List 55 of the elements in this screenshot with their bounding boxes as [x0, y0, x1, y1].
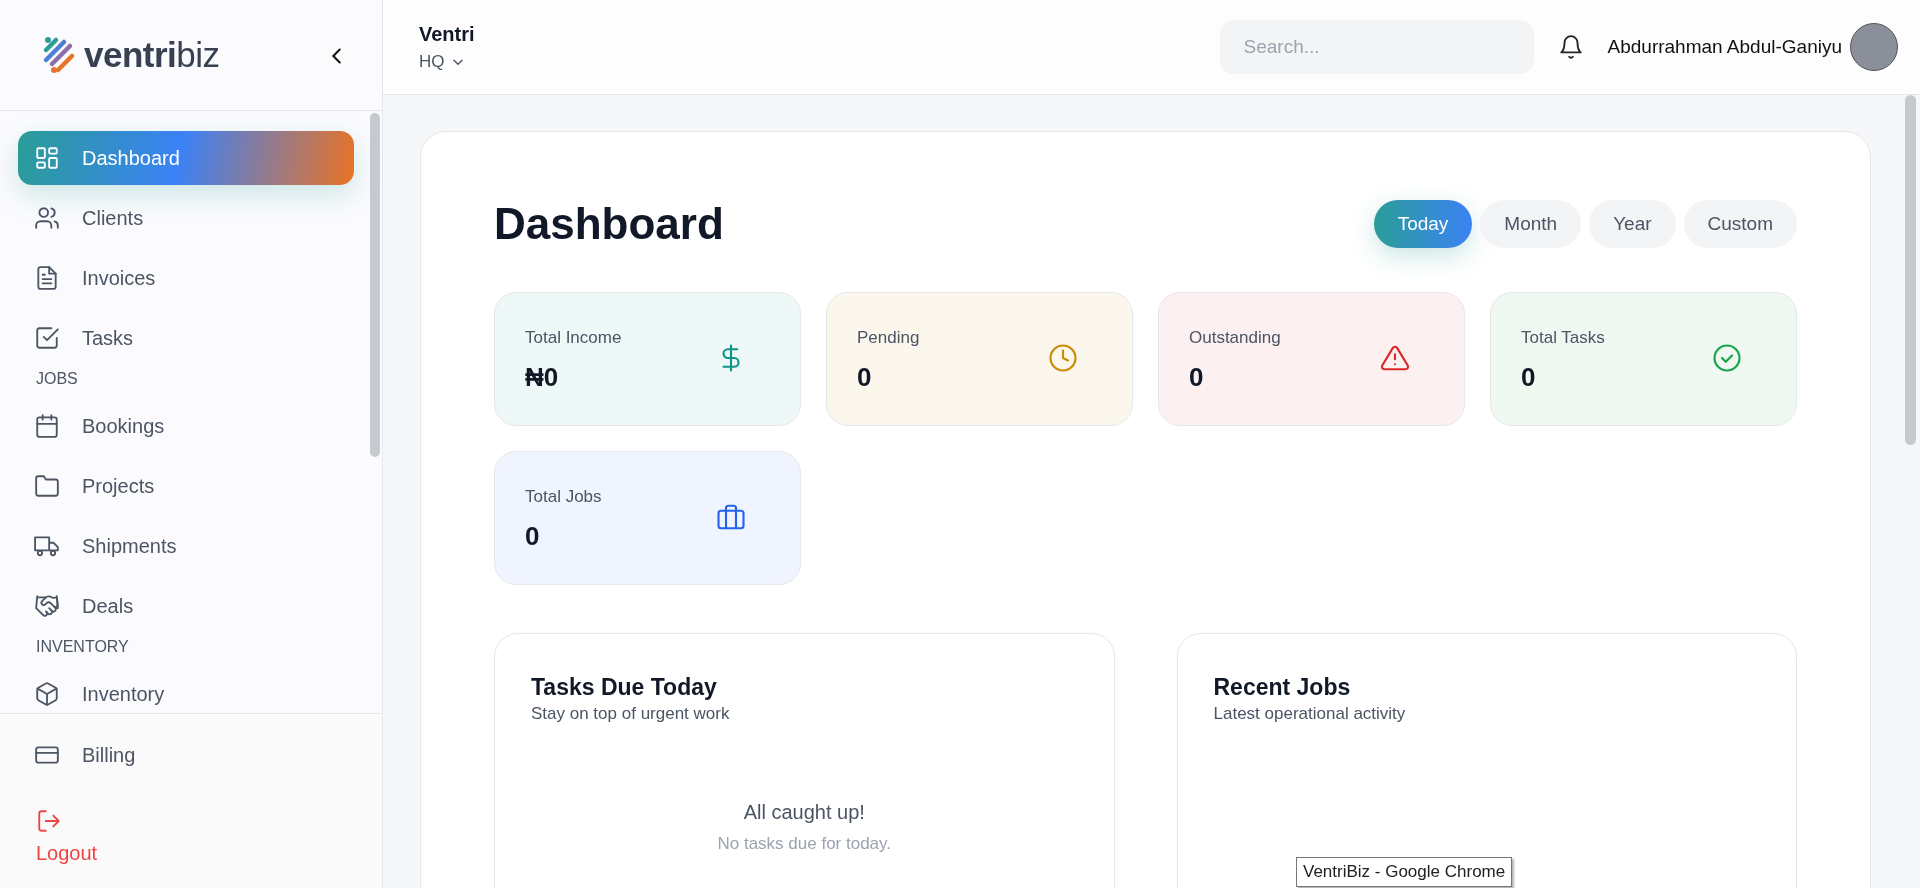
organization-name: Ventri: [419, 22, 475, 48]
handshake-icon: [34, 593, 60, 619]
nav-item[interactable]: Shipments: [18, 519, 354, 573]
notifications-button[interactable]: [1557, 34, 1584, 60]
period-tab[interactable]: Custom: [1683, 200, 1797, 249]
bell-icon: [1557, 34, 1584, 60]
stat-label: Outstanding: [1189, 326, 1281, 349]
card-subtitle: Latest operational activity: [1213, 703, 1407, 726]
stat-label: Pending: [857, 326, 920, 349]
scrollbar-thumb[interactable]: [370, 113, 380, 457]
nav-item[interactable]: Inventory: [18, 667, 354, 713]
period-tab[interactable]: Month: [1480, 200, 1582, 249]
logo-text: ventribiz: [84, 33, 220, 76]
scrollbar-thumb[interactable]: [1905, 95, 1916, 445]
nav-item[interactable]: Invoices: [18, 251, 354, 305]
card-title: Recent Jobs: [1213, 673, 1352, 702]
nav-item[interactable]: Clients: [18, 191, 354, 245]
stat-label: Total Tasks: [1521, 326, 1605, 349]
grid-icon: [34, 145, 60, 171]
nav-item[interactable]: Tasks: [18, 311, 354, 365]
stat-value: 0: [525, 520, 541, 554]
calendar-icon: [34, 413, 60, 439]
card-title: Tasks Due Today: [531, 673, 718, 702]
nav-item[interactable]: Bookings: [18, 399, 354, 453]
branch-dropdown[interactable]: HQ: [419, 49, 465, 75]
stat-label: Total Jobs: [525, 485, 602, 508]
search-field[interactable]: Search...: [1219, 20, 1534, 74]
stat-value: 0: [857, 361, 873, 395]
nav-item[interactable]: Deals: [18, 579, 354, 633]
nav-item[interactable]: Dashboard: [18, 131, 354, 185]
period-tab[interactable]: Year: [1589, 200, 1676, 249]
period-tab[interactable]: Today: [1373, 200, 1473, 249]
page-title: Dashboard: [494, 198, 724, 250]
user-name: Abdurrahman Abdul-Ganiyu: [1607, 34, 1842, 59]
truck-icon: [34, 533, 60, 559]
nav-item[interactable]: Billing: [18, 728, 354, 782]
section-label: JOBS: [35, 369, 79, 389]
logout-icon: [36, 808, 62, 834]
tooltip: VentriBiz - Google Chrome: [1296, 857, 1513, 887]
stat-value: 0: [1521, 361, 1537, 395]
document-icon: [34, 265, 60, 291]
users-icon: [34, 205, 60, 231]
stat-value: ₦0: [525, 361, 560, 395]
avatar[interactable]: [1850, 23, 1898, 71]
stat-label: Total Income: [525, 326, 622, 349]
box-icon: [34, 681, 60, 707]
stat-value: 0: [1189, 361, 1205, 395]
empty-state-title: All caught up!: [742, 799, 866, 825]
section-label: INVENTORY: [35, 637, 130, 657]
checkbox-icon: [34, 325, 60, 351]
logout-link[interactable]: Logout: [18, 808, 116, 868]
empty-state-text: No tasks due for today.: [716, 832, 893, 855]
card-subtitle: Stay on top of urgent work: [531, 703, 731, 726]
folder-icon: [34, 473, 60, 499]
nav-item[interactable]: Projects: [18, 459, 354, 513]
